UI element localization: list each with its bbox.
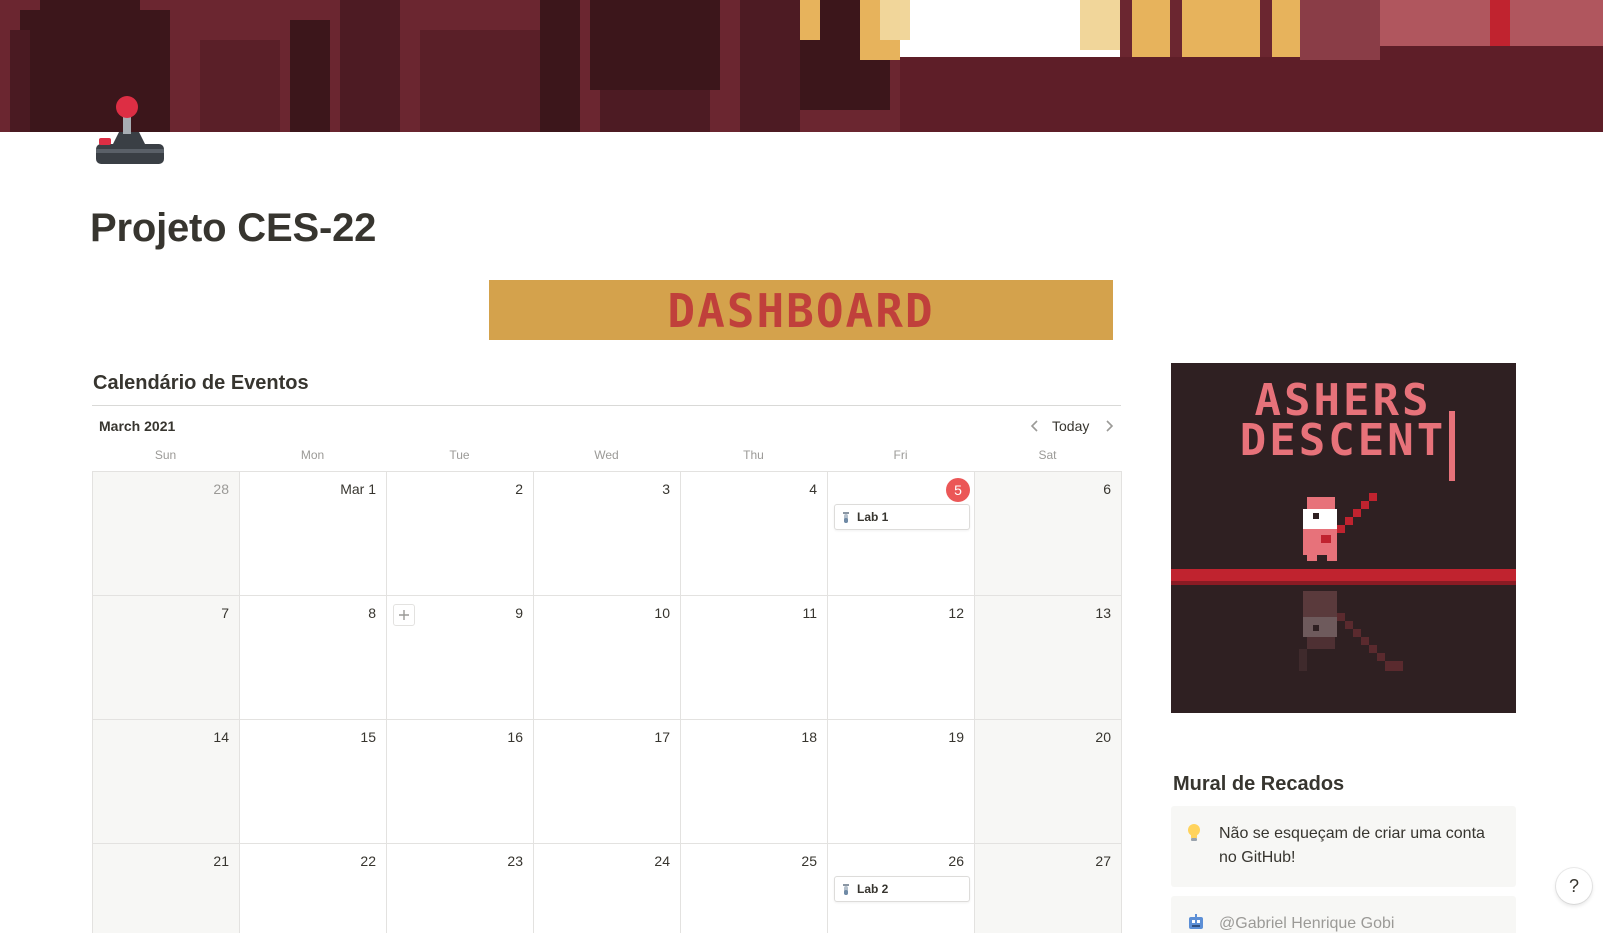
calendar-day[interactable]: 3 (534, 472, 681, 596)
calendar-day[interactable]: 18 (681, 720, 828, 844)
day-number: 8 (368, 605, 376, 621)
weekday-label: Fri (893, 448, 908, 462)
day-number: 17 (654, 729, 670, 745)
day-number: Mar 1 (340, 481, 376, 497)
event-title: Lab 1 (857, 510, 889, 524)
calendar-day[interactable]: 19 (828, 720, 975, 844)
weekday-label: Mon (300, 448, 325, 462)
day-number: 19 (948, 729, 964, 745)
calendar-day[interactable]: 7 (93, 596, 240, 720)
weekday-label: Wed (594, 448, 619, 462)
day-number: 18 (801, 729, 817, 745)
calendar-day[interactable]: 10 (534, 596, 681, 720)
calendar-day[interactable]: 2 (387, 472, 534, 596)
calendar-day[interactable]: 16 (387, 720, 534, 844)
calendar-day[interactable]: 26 Lab 2 (828, 844, 975, 933)
day-number: 23 (507, 853, 523, 869)
calendar-day[interactable]: 20 (975, 720, 1122, 844)
calendar-day-today[interactable]: 5 Lab 1 (828, 472, 975, 596)
calendar-heading: Calendário de Eventos (93, 372, 309, 394)
day-number: 11 (802, 605, 817, 621)
day-number: 10 (654, 605, 670, 621)
day-number: 7 (221, 605, 229, 621)
chevron-left-icon (1030, 420, 1038, 432)
today-button[interactable]: Today (1048, 414, 1093, 438)
next-month-button[interactable] (1100, 414, 1118, 438)
calendar-day[interactable]: 13 (975, 596, 1122, 720)
calendar-day[interactable]: Mar 1 (240, 472, 387, 596)
calendar-day[interactable]: 12 (828, 596, 975, 720)
joystick-icon[interactable] (93, 94, 165, 170)
day-number: 24 (654, 853, 670, 869)
day-number: 25 (801, 853, 817, 869)
add-event-button[interactable] (393, 604, 415, 626)
day-number: 21 (213, 853, 229, 869)
calendar-day[interactable]: 22 (240, 844, 387, 933)
day-number: 20 (1095, 729, 1111, 745)
plus-icon (399, 610, 409, 620)
calendar-day[interactable]: 11 (681, 596, 828, 720)
calendar-day[interactable]: 8 (240, 596, 387, 720)
day-number: 9 (515, 605, 523, 621)
note-text: @Gabriel Henrique Gobi (1219, 915, 1395, 932)
note-callout[interactable]: Não se esqueçam de criar uma conta no Gi… (1171, 806, 1516, 887)
test-tube-icon (842, 883, 852, 895)
calendar-day[interactable]: 4 (681, 472, 828, 596)
calendar-month-label: March 2021 (99, 418, 176, 434)
previous-month-button[interactable] (1026, 414, 1044, 438)
lightbulb-icon (1187, 822, 1209, 871)
calendar-day[interactable]: 21 (93, 844, 240, 933)
weekday-header: Sun Mon Tue Wed Thu Fri Sat (92, 448, 1121, 466)
calendar-day[interactable]: 17 (534, 720, 681, 844)
ashers-descent-artwork: ASHERS DESCENT (1171, 363, 1516, 713)
day-number: 6 (1103, 481, 1111, 497)
calendar-grid: 28 Mar 1 2 3 4 5 Lab 1 6 7 8 9 10 11 12 … (92, 471, 1122, 933)
day-number: 28 (213, 481, 229, 497)
weekday-label: Thu (743, 448, 764, 462)
day-number: 13 (1095, 605, 1111, 621)
day-number: 3 (662, 481, 670, 497)
day-number: 12 (948, 605, 964, 621)
calendar-day[interactable]: 9 (387, 596, 534, 720)
note-text: Não se esqueçam de criar uma conta no Gi… (1219, 825, 1485, 866)
game-title-line-2: DESCENT (1240, 415, 1446, 466)
page-cover-image (0, 0, 1603, 132)
note-callout[interactable]: @Gabriel Henrique Gobi (1171, 896, 1516, 933)
robot-icon (1187, 912, 1209, 933)
test-tube-icon (842, 511, 852, 523)
calendar-day[interactable]: 15 (240, 720, 387, 844)
calendar-day[interactable]: 6 (975, 472, 1122, 596)
chevron-right-icon (1106, 420, 1114, 432)
day-number: 16 (507, 729, 523, 745)
calendar-day[interactable]: 25 (681, 844, 828, 933)
calendar-day[interactable]: 27 (975, 844, 1122, 933)
calendar-day[interactable]: 14 (93, 720, 240, 844)
weekday-label: Tue (449, 448, 470, 462)
weekday-label: Sun (154, 448, 177, 462)
event-title: Lab 2 (857, 882, 889, 896)
calendar-day[interactable]: 24 (534, 844, 681, 933)
weekday-label: Sat (1038, 448, 1057, 462)
mural-heading: Mural de Recados (1173, 773, 1345, 795)
day-number: 27 (1095, 853, 1111, 869)
event-card-lab-1[interactable]: Lab 1 (834, 504, 970, 530)
page-title[interactable]: Projeto CES-22 (90, 206, 376, 251)
day-number: 15 (360, 729, 376, 745)
day-number: 22 (360, 853, 376, 869)
day-number: 2 (515, 481, 523, 497)
day-number: 26 (948, 853, 964, 869)
calendar-day[interactable]: 28 (93, 472, 240, 596)
calendar-day[interactable]: 23 (387, 844, 534, 933)
divider (92, 405, 1121, 406)
day-number: 4 (809, 481, 817, 497)
dashboard-banner-image: DASHBOARD (489, 280, 1113, 340)
event-card-lab-2[interactable]: Lab 2 (834, 876, 970, 902)
day-number: 14 (213, 729, 229, 745)
help-button[interactable]: ? (1556, 868, 1592, 904)
today-day-number: 5 (946, 478, 970, 502)
dashboard-banner-text: DASHBOARD (667, 284, 934, 338)
